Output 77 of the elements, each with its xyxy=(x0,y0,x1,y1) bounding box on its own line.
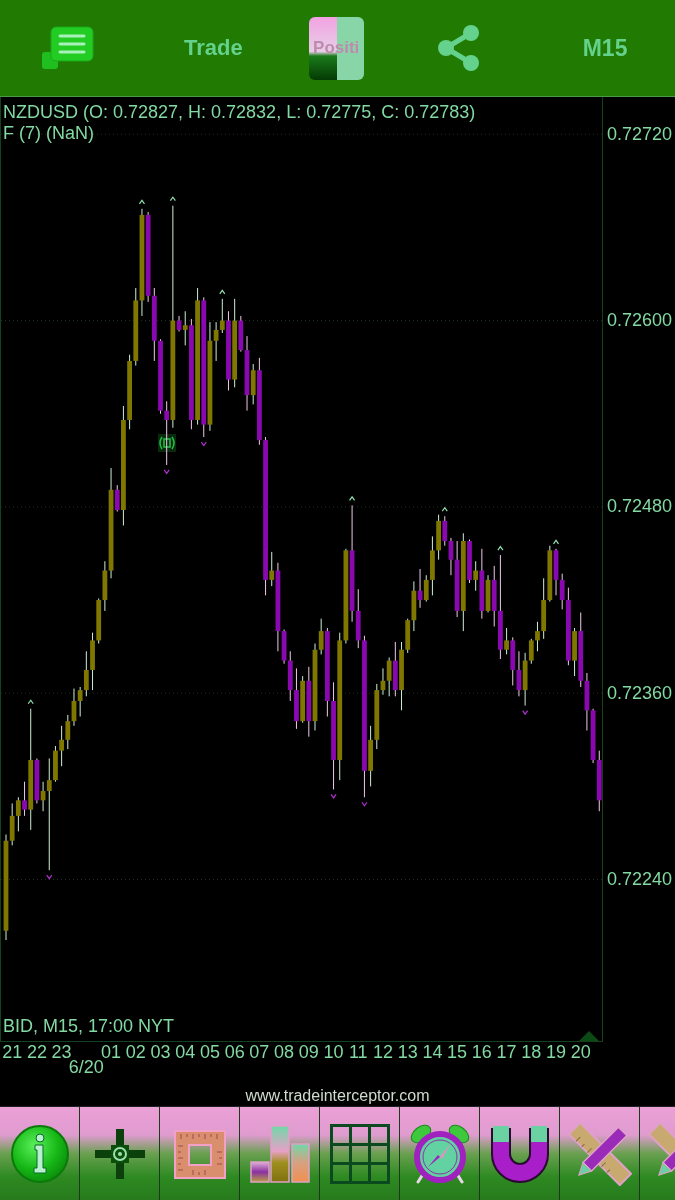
up-chevron-icon xyxy=(497,545,504,551)
down-chevron-icon xyxy=(46,874,53,880)
candlestick xyxy=(15,796,21,832)
candlestick xyxy=(473,560,479,592)
time-axis-label: 13 xyxy=(397,1042,418,1062)
bar-chart-icon xyxy=(248,1123,311,1184)
share-icon xyxy=(436,24,481,72)
trade-button[interactable]: Trade xyxy=(184,35,243,61)
chart-info-text: BID, M15, 17:00 NYT xyxy=(3,1016,175,1037)
time-axis-label: 10 xyxy=(323,1042,344,1062)
candlestick xyxy=(386,657,392,697)
time-axis-label: 04 xyxy=(175,1042,196,1062)
time-axis-label: 16 xyxy=(471,1042,492,1062)
time-axis-label: 08 xyxy=(274,1042,295,1062)
candlestick xyxy=(22,781,27,817)
up-chevron-icon xyxy=(27,699,34,705)
up-chevron-icon xyxy=(348,495,356,501)
time-axis-label: 06 xyxy=(224,1042,245,1062)
symbol-quote-text: NZDUSD (O: 0.72827, H: 0.72832, L: 0.72775, C: 0.72783) xyxy=(3,102,476,123)
time-axis-label: 01 xyxy=(101,1042,122,1062)
up-chevron-icon xyxy=(138,199,146,205)
indicator-text: F (7) (NaN) xyxy=(3,123,94,144)
price-axis-label: 0.72720 xyxy=(607,123,673,145)
candlestick xyxy=(65,714,71,750)
down-chevron-icon xyxy=(200,441,207,447)
grid-icon xyxy=(329,1123,390,1184)
time-axis-label: 02 xyxy=(125,1042,146,1062)
price-axis-label: 0.72600 xyxy=(607,310,673,332)
up-chevron-icon xyxy=(441,506,448,512)
time-axis-label: 21 xyxy=(2,1042,23,1062)
time-axis-label: 22 xyxy=(26,1042,47,1062)
down-chevron-icon xyxy=(361,801,368,807)
candlestick xyxy=(318,618,324,655)
candlestick xyxy=(59,725,65,767)
candlestick xyxy=(559,573,565,610)
price-axis-label: 0.72240 xyxy=(607,869,673,890)
time-axis-label: 05 xyxy=(199,1042,220,1062)
up-chevron-icon xyxy=(169,196,176,202)
candlestick xyxy=(46,757,52,871)
candlestick xyxy=(114,484,120,513)
price-axis-label: 0.72480 xyxy=(607,496,673,518)
time-axis-label: 20 xyxy=(570,1042,591,1062)
candlestick xyxy=(83,650,89,697)
website-text: www.tradeinterceptor.com xyxy=(245,1087,430,1105)
info-icon xyxy=(9,1123,70,1184)
candlestick xyxy=(164,400,170,466)
down-chevron-icon xyxy=(330,793,337,799)
timeframe-button[interactable]: M15 xyxy=(582,34,628,62)
candlestick xyxy=(423,574,429,603)
candlestick xyxy=(535,621,540,652)
menu-icon xyxy=(42,26,94,70)
candlestick xyxy=(504,627,509,655)
up-chevron-icon xyxy=(219,289,226,295)
up-chevron-icon xyxy=(552,539,560,545)
candlestick xyxy=(442,515,448,547)
candlestick xyxy=(219,298,225,334)
time-axis-label: 15 xyxy=(447,1042,468,1062)
price-axis-label: 0.72360 xyxy=(607,682,673,704)
time-axis-label: 12 xyxy=(372,1042,393,1062)
time-axis-label: 19 xyxy=(546,1042,567,1062)
candlestick xyxy=(528,638,534,665)
candlestick xyxy=(182,310,188,346)
candlestick xyxy=(77,686,83,717)
candlestick xyxy=(213,321,219,362)
positions-button[interactable]: Positi xyxy=(308,16,364,80)
down-chevron-icon xyxy=(522,710,529,716)
time-axis-label: 11 xyxy=(348,1042,368,1062)
time-axis-label: 03 xyxy=(150,1042,171,1062)
down-chevron-icon xyxy=(163,469,170,475)
time-axis-label: 18 xyxy=(521,1042,542,1062)
menu-button[interactable] xyxy=(40,24,96,72)
time-axis-label: 17 xyxy=(496,1042,517,1062)
time-axis-label: 14 xyxy=(422,1042,443,1062)
candlestick xyxy=(269,551,275,587)
time-axis-label: 09 xyxy=(298,1042,319,1062)
time-axis-label: 07 xyxy=(249,1042,270,1062)
crosshair-icon xyxy=(94,1128,145,1179)
